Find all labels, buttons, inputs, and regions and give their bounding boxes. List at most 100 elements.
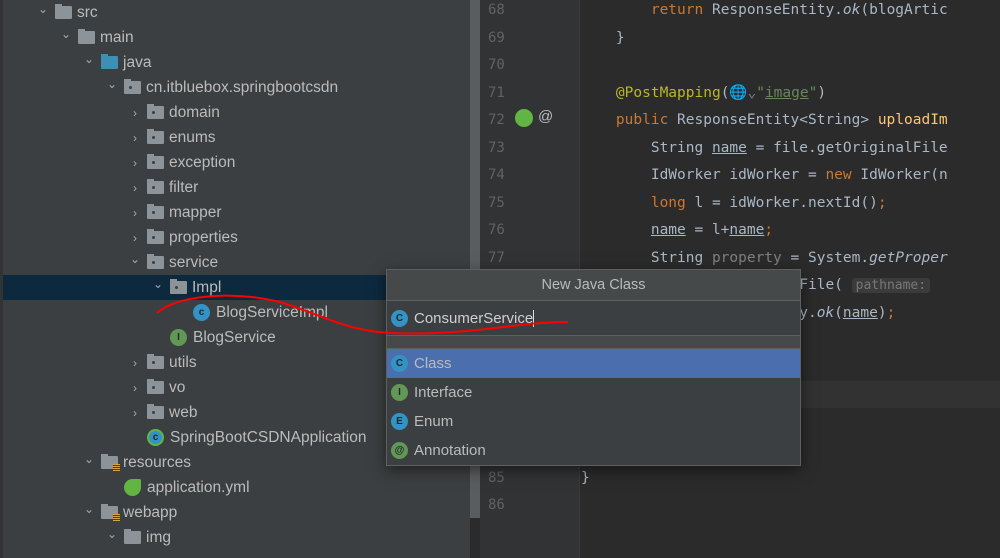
code-line[interactable]: long l = idWorker.nextId(); bbox=[581, 193, 887, 213]
chevron-down-icon[interactable]: ⌄ bbox=[127, 252, 143, 266]
folder-icon bbox=[101, 454, 120, 471]
chevron-right-icon[interactable]: › bbox=[127, 106, 143, 120]
option-annotation[interactable]: @ Annotation bbox=[387, 436, 800, 465]
chevron-down-icon[interactable]: ⌄ bbox=[104, 527, 120, 541]
class-name-value[interactable]: ConsumerService bbox=[414, 309, 535, 327]
chevron-right-icon[interactable]: › bbox=[127, 406, 143, 420]
tree-item-label: properties bbox=[169, 228, 238, 246]
option-interface[interactable]: I Interface bbox=[387, 378, 800, 407]
tree-item-label: domain bbox=[169, 103, 220, 121]
tree-item-label: webapp bbox=[123, 503, 178, 521]
spring-boot-app-icon: c bbox=[147, 429, 164, 446]
chevron-down-icon[interactable]: ⌄ bbox=[104, 77, 120, 91]
package-icon bbox=[147, 404, 164, 419]
code-line[interactable]: String name = file.getOriginalFile bbox=[581, 138, 948, 158]
tree-item-label: SpringBootCSDNApplication bbox=[170, 428, 367, 446]
tree-item-filter[interactable]: › filter bbox=[3, 175, 470, 200]
package-icon bbox=[147, 104, 164, 119]
package-icon bbox=[147, 129, 164, 144]
spring-web-endpoint-icon[interactable] bbox=[515, 109, 533, 127]
tree-item-src[interactable]: ⌄ src bbox=[3, 0, 470, 25]
chevron-right-icon[interactable]: › bbox=[127, 356, 143, 370]
tree-item-java[interactable]: ⌄ java bbox=[3, 50, 470, 75]
option-label: Interface bbox=[414, 384, 473, 401]
chevron-right-icon[interactable]: › bbox=[127, 131, 143, 145]
tree-item-label: resources bbox=[123, 453, 192, 471]
tree-item-domain[interactable]: › domain bbox=[3, 100, 470, 125]
tree-item-label: cn.itbluebox.springbootcsdn bbox=[146, 78, 339, 96]
chevron-down-icon[interactable]: ⌄ bbox=[150, 277, 166, 291]
tree-item-label: application.yml bbox=[147, 478, 250, 496]
class-icon: c bbox=[193, 304, 210, 321]
tree-item-label: exception bbox=[169, 153, 236, 171]
spring-yml-icon bbox=[124, 479, 141, 496]
interface-icon: I bbox=[391, 384, 408, 401]
tree-item-cn-itbluebox-springbootcsdn[interactable]: ⌄ cn.itbluebox.springbootcsdn bbox=[3, 75, 470, 100]
line-number: 70 bbox=[488, 57, 505, 73]
tree-item-label: filter bbox=[169, 178, 199, 196]
package-icon bbox=[147, 154, 164, 169]
code-line[interactable]: } bbox=[581, 468, 590, 488]
line-number: 74 bbox=[488, 167, 505, 183]
code-line[interactable]: name = l+name; bbox=[581, 220, 773, 240]
tree-item-webapp[interactable]: ⌄ webapp bbox=[3, 500, 470, 525]
chevron-down-icon[interactable]: ⌄ bbox=[58, 27, 74, 41]
tree-item-img[interactable]: ⌄ img bbox=[3, 525, 470, 550]
package-icon bbox=[147, 179, 164, 194]
tree-item-main[interactable]: ⌄ main bbox=[3, 25, 470, 50]
tree-item-label: mapper bbox=[169, 203, 222, 221]
package-icon bbox=[147, 379, 164, 394]
chevron-right-icon[interactable]: › bbox=[127, 231, 143, 245]
line-number: 85 bbox=[488, 469, 505, 486]
tree-item-enums[interactable]: › enums bbox=[3, 125, 470, 150]
option-label: Annotation bbox=[414, 442, 486, 459]
tree-item-label: service bbox=[169, 253, 219, 271]
line-number: 76 bbox=[488, 222, 505, 238]
tree-item-mapper[interactable]: › mapper bbox=[3, 200, 470, 225]
code-line[interactable]: IdWorker idWorker = new IdWorker(n bbox=[581, 165, 948, 185]
line-number: 75 bbox=[488, 194, 505, 211]
option-enum[interactable]: E Enum bbox=[387, 407, 800, 436]
tree-item-application-yml[interactable]: application.yml bbox=[3, 475, 470, 500]
line-number: 86 bbox=[488, 497, 505, 513]
tree-item-label: web bbox=[169, 403, 198, 421]
tree-item-exception[interactable]: › exception bbox=[3, 150, 470, 175]
code-line[interactable]: @PostMapping(🌐⌄"image") bbox=[581, 83, 826, 103]
new-java-class-dialog: New Java Class C ConsumerService C Class I… bbox=[386, 269, 801, 466]
chevron-down-icon[interactable]: ⌄ bbox=[35, 2, 51, 16]
annotation-at-icon[interactable]: @ bbox=[538, 108, 553, 125]
option-label: Class bbox=[414, 355, 452, 372]
dialog-separator bbox=[387, 336, 800, 349]
folder-icon bbox=[101, 504, 120, 521]
line-number: 68 bbox=[488, 2, 505, 18]
tree-item-label: vo bbox=[169, 378, 186, 396]
line-number: 69 bbox=[488, 29, 505, 46]
code-line[interactable]: return ResponseEntity.ok(blogArtic bbox=[581, 0, 948, 20]
line-number: 73 bbox=[488, 139, 505, 156]
class-name-input[interactable]: C ConsumerService bbox=[387, 301, 800, 336]
tree-item-label: BlogService bbox=[193, 328, 276, 346]
package-icon bbox=[124, 79, 141, 94]
code-line[interactable]: String property = System.getProper bbox=[581, 248, 948, 268]
tree-item-label: src bbox=[77, 3, 98, 21]
class-icon: C bbox=[391, 355, 408, 372]
folder-icon bbox=[55, 4, 72, 19]
package-icon bbox=[147, 254, 164, 269]
option-label: Enum bbox=[414, 413, 454, 430]
chevron-right-icon[interactable]: › bbox=[127, 381, 143, 395]
current-line-highlight bbox=[800, 381, 1000, 408]
chevron-down-icon[interactable]: ⌄ bbox=[81, 452, 97, 466]
package-icon bbox=[147, 204, 164, 219]
option-class[interactable]: C Class bbox=[387, 349, 800, 378]
code-line[interactable]: public ResponseEntity<String> uploadIm bbox=[581, 110, 948, 130]
chevron-down-icon[interactable]: ⌄ bbox=[81, 52, 97, 66]
folder-icon bbox=[101, 54, 118, 69]
annotation-icon: @ bbox=[391, 442, 408, 459]
chevron-right-icon[interactable]: › bbox=[127, 206, 143, 220]
chevron-right-icon[interactable]: › bbox=[127, 156, 143, 170]
code-line[interactable]: } bbox=[581, 28, 625, 48]
tree-item-label: utils bbox=[169, 353, 197, 371]
chevron-down-icon[interactable]: ⌄ bbox=[81, 502, 97, 516]
chevron-right-icon[interactable]: › bbox=[127, 181, 143, 195]
tree-item-properties[interactable]: › properties bbox=[3, 225, 470, 250]
